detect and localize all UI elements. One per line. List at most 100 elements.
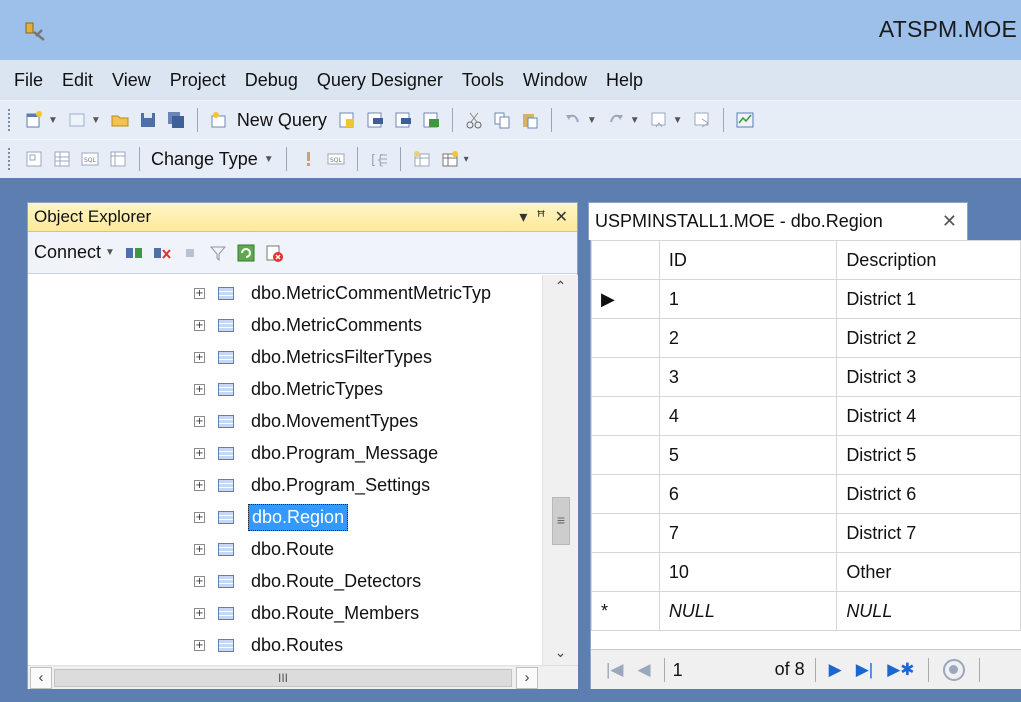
- table-row[interactable]: 6 District 6: [591, 474, 1021, 514]
- add-new-derived-table-icon[interactable]: [439, 148, 461, 170]
- column-header-description[interactable]: Description: [836, 240, 1021, 280]
- menu-project[interactable]: Project: [170, 70, 226, 91]
- menu-view[interactable]: View: [112, 70, 151, 91]
- cell-id[interactable]: 3: [658, 357, 838, 397]
- document-tab[interactable]: USPMINSTALL1.MOE - dbo.Region ✕: [588, 202, 968, 240]
- menu-tools[interactable]: Tools: [462, 70, 504, 91]
- cell-id-null[interactable]: NULL: [658, 591, 838, 631]
- new-query-icon[interactable]: [208, 109, 230, 131]
- save-icon[interactable]: [137, 109, 159, 131]
- move-first-icon[interactable]: |◀: [606, 660, 624, 680]
- chevron-down-icon[interactable]: ▼: [264, 154, 274, 165]
- table-row[interactable]: 7 District 7: [591, 513, 1021, 553]
- expand-icon[interactable]: +: [194, 607, 205, 619]
- scroll-right-icon[interactable]: ›: [516, 667, 538, 689]
- scroll-thumb[interactable]: ≡: [552, 497, 570, 545]
- new-query-button[interactable]: New Query: [237, 110, 327, 131]
- open-folder-icon[interactable]: [109, 109, 131, 131]
- toolbar-grip[interactable]: [8, 109, 12, 131]
- expand-icon[interactable]: +: [194, 447, 205, 459]
- tree-node-label-selected[interactable]: dbo.Region: [248, 503, 349, 531]
- move-next-icon[interactable]: ▶: [829, 660, 842, 680]
- expand-icon[interactable]: +: [194, 639, 205, 651]
- expand-icon[interactable]: +: [194, 543, 205, 555]
- refresh-icon[interactable]: [235, 242, 257, 264]
- toolbar-grip[interactable]: [8, 148, 12, 170]
- row-selector-header[interactable]: [591, 240, 660, 280]
- expand-icon[interactable]: +: [194, 575, 205, 587]
- table-row[interactable]: 5 District 5: [591, 435, 1021, 475]
- column-header-id[interactable]: ID: [658, 240, 838, 280]
- menu-query-designer[interactable]: Query Designer: [317, 70, 443, 91]
- pin-icon[interactable]: ꟸ: [536, 207, 545, 227]
- vertical-scrollbar[interactable]: ⌃ ≡ ⌄: [542, 275, 578, 665]
- cell-id[interactable]: 1: [658, 279, 838, 319]
- connect-object-explorer-icon[interactable]: [123, 242, 145, 264]
- row-selector[interactable]: [591, 357, 660, 397]
- tree-node-label[interactable]: dbo.MetricsFilterTypes: [248, 345, 435, 370]
- expand-icon[interactable]: +: [194, 287, 205, 299]
- table-row[interactable]: 3 District 3: [591, 357, 1021, 397]
- horizontal-scrollbar[interactable]: ‹ III ›: [28, 665, 578, 689]
- menu-file[interactable]: File: [14, 70, 43, 91]
- copy-icon[interactable]: [491, 109, 513, 131]
- close-icon[interactable]: ✕: [555, 207, 568, 227]
- move-last-icon[interactable]: ▶|: [856, 660, 874, 680]
- cell-description[interactable]: District 1: [836, 279, 1021, 319]
- chevron-down-icon[interactable]: ▼: [587, 115, 597, 126]
- navigate-backward-icon[interactable]: [648, 109, 670, 131]
- tree-node-label[interactable]: dbo.Route_Members: [248, 601, 422, 626]
- toolbar-overflow-icon[interactable]: ▾: [464, 154, 469, 165]
- current-record-input[interactable]: 1: [671, 657, 771, 683]
- menu-edit[interactable]: Edit: [62, 70, 93, 91]
- chevron-down-icon[interactable]: ▼: [673, 115, 683, 126]
- analysis-dmx-query-icon[interactable]: [392, 109, 414, 131]
- current-row-indicator-icon[interactable]: ▶: [591, 279, 660, 319]
- add-table-icon[interactable]: [411, 148, 433, 170]
- tree-node-label[interactable]: dbo.Route_Detectors: [248, 569, 424, 594]
- menu-debug[interactable]: Debug: [245, 70, 298, 91]
- close-tab-icon[interactable]: ✕: [942, 211, 957, 232]
- tree-node-label[interactable]: dbo.Route: [248, 537, 337, 562]
- menu-help[interactable]: Help: [606, 70, 643, 91]
- execute-sql-icon[interactable]: [297, 148, 319, 170]
- show-results-pane-icon[interactable]: [107, 148, 129, 170]
- menu-window[interactable]: Window: [523, 70, 587, 91]
- verify-sql-syntax-icon[interactable]: SQL: [325, 148, 347, 170]
- cell-description[interactable]: District 7: [836, 513, 1021, 553]
- connect-button[interactable]: Connect: [34, 242, 101, 263]
- stop-execution-icon[interactable]: [942, 658, 965, 681]
- cut-icon[interactable]: [463, 109, 485, 131]
- scroll-left-icon[interactable]: ‹: [30, 667, 52, 689]
- cell-description[interactable]: District 3: [836, 357, 1021, 397]
- row-selector[interactable]: [591, 474, 660, 514]
- chevron-down-icon[interactable]: ▼: [48, 115, 58, 126]
- tree-node-label[interactable]: dbo.MetricTypes: [248, 377, 386, 402]
- cell-description[interactable]: District 5: [836, 435, 1021, 475]
- tree-node-label[interactable]: dbo.MovementTypes: [248, 409, 421, 434]
- chevron-down-icon[interactable]: ▼: [630, 115, 640, 126]
- cell-description[interactable]: District 4: [836, 396, 1021, 436]
- stop-icon[interactable]: [179, 242, 201, 264]
- redo-icon[interactable]: [605, 109, 627, 131]
- database-engine-query-icon[interactable]: [336, 109, 358, 131]
- xmla-query-icon[interactable]: [420, 109, 442, 131]
- window-position-dropdown-icon[interactable]: ▾: [519, 207, 527, 227]
- new-row[interactable]: * NULL NULL: [591, 591, 1021, 631]
- row-selector[interactable]: [591, 318, 660, 358]
- row-selector[interactable]: [591, 435, 660, 475]
- tree-node-label[interactable]: dbo.Program_Message: [248, 441, 441, 466]
- save-all-icon[interactable]: [165, 109, 187, 131]
- cell-description[interactable]: Other: [836, 552, 1021, 592]
- expand-icon[interactable]: +: [194, 383, 205, 395]
- row-selector[interactable]: [591, 552, 660, 592]
- tree-node-label[interactable]: dbo.Routes: [248, 633, 346, 658]
- horizontal-scroll-thumb[interactable]: III: [54, 669, 512, 687]
- tree-node-label[interactable]: dbo.Program_Settings: [248, 473, 433, 498]
- cell-id[interactable]: 6: [658, 474, 838, 514]
- row-selector[interactable]: [591, 513, 660, 553]
- change-type-button[interactable]: Change Type: [151, 149, 258, 170]
- cell-description[interactable]: District 2: [836, 318, 1021, 358]
- stop-powershell-icon[interactable]: [263, 242, 285, 264]
- scroll-up-icon[interactable]: ⌃: [543, 275, 578, 297]
